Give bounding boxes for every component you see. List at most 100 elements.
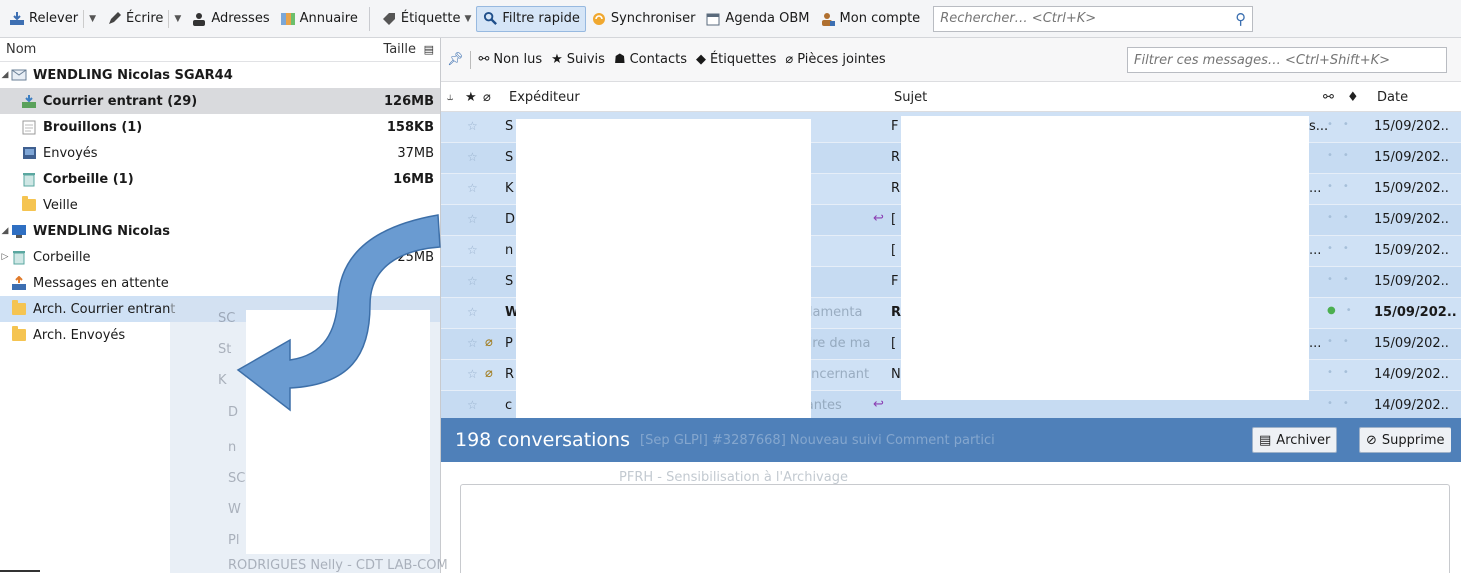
message-list[interactable]: ☆ S F s... •• 15/09/202.. ☆ S R •• 15/09… bbox=[441, 112, 1461, 418]
delete-icon: ⊘ bbox=[1366, 432, 1377, 448]
collapse-triangle-icon[interactable]: ◢ bbox=[0, 70, 10, 80]
message-date: 14/09/202.. bbox=[1374, 367, 1449, 382]
tag-icon: ◆ bbox=[695, 52, 706, 67]
quick-filter-bar: 📌︎ ⚯ Non lus ★ Suivis ☗ Contacts ◆ Étiquette… bbox=[441, 38, 1461, 82]
mon-compte-button[interactable]: Mon compte bbox=[815, 6, 926, 32]
star-toggle-icon[interactable]: ☆ bbox=[467, 305, 478, 319]
sync-icon bbox=[591, 11, 607, 27]
unread-status-icon[interactable]: ●• bbox=[1327, 305, 1362, 316]
star-toggle-icon[interactable]: ☆ bbox=[467, 398, 478, 412]
read-status-icon[interactable]: •• bbox=[1327, 119, 1359, 130]
thread-column-icon[interactable]: ⥿ bbox=[447, 82, 453, 112]
synchroniser-button[interactable]: Synchroniser bbox=[586, 6, 701, 32]
star-toggle-icon[interactable]: ☆ bbox=[467, 274, 478, 288]
message-date: 15/09/202.. bbox=[1374, 119, 1449, 134]
filter-pieces-jointes-button[interactable]: ⌀ Pièces jointes bbox=[785, 52, 885, 67]
read-status-icon[interactable]: •• bbox=[1327, 243, 1359, 254]
message-sender: c bbox=[505, 398, 513, 413]
filter-non-lus-button[interactable]: ⚯ Non lus bbox=[479, 52, 543, 67]
folder-name: Envoyés bbox=[43, 145, 98, 161]
message-subject: R bbox=[891, 181, 901, 196]
message-subject: N bbox=[891, 367, 901, 382]
replied-arrow-icon: ↩ bbox=[873, 211, 884, 226]
message-count-bar: 198 conversations [Sep GLPI] #3287668] N… bbox=[441, 418, 1461, 462]
read-status-icon[interactable]: •• bbox=[1327, 150, 1359, 161]
annuaire-button[interactable]: Annuaire bbox=[275, 6, 363, 32]
directory-icon bbox=[280, 11, 296, 27]
message-date: 15/09/202.. bbox=[1374, 305, 1457, 320]
etiquette-button[interactable]: Étiquette ▼ bbox=[376, 6, 477, 32]
message-filter-box[interactable] bbox=[1127, 47, 1447, 73]
read-column-icon[interactable]: ⚯ bbox=[1323, 82, 1334, 112]
replied-arrow-icon: ↩ bbox=[873, 397, 884, 412]
ecrire-button[interactable]: Écrire bbox=[101, 6, 168, 32]
message-sender: S bbox=[505, 150, 514, 165]
message-ellipsis: s... bbox=[1309, 119, 1329, 134]
star-toggle-icon[interactable]: ☆ bbox=[467, 150, 478, 164]
star-toggle-icon[interactable]: ☆ bbox=[467, 119, 478, 133]
star-toggle-icon[interactable]: ☆ bbox=[467, 181, 478, 195]
message-subject: [ bbox=[891, 212, 897, 227]
quick-filter-separator bbox=[469, 50, 471, 69]
filter-label: Suivis bbox=[566, 52, 605, 67]
column-header-sujet[interactable]: Sujet bbox=[894, 82, 927, 112]
preview-frame bbox=[460, 484, 1450, 573]
folder-row-account-sgar44[interactable]: ◢ WENDLING Nicolas SGAR44 bbox=[0, 62, 440, 88]
star-column-icon[interactable]: ★ bbox=[465, 82, 477, 112]
redaction-block bbox=[516, 119, 811, 418]
relever-button[interactable]: Relever bbox=[4, 6, 83, 32]
folder-icon bbox=[10, 300, 28, 317]
collapse-triangle-icon[interactable]: ◢ bbox=[0, 226, 10, 236]
read-status-icon[interactable]: •• bbox=[1327, 212, 1359, 223]
chevron-down-icon: ▼ bbox=[464, 13, 472, 24]
expand-triangle-icon[interactable]: ▷ bbox=[0, 252, 10, 262]
filter-contacts-button[interactable]: ☗ Contacts bbox=[614, 52, 687, 67]
read-status-icon[interactable]: •• bbox=[1327, 336, 1359, 347]
folder-row-envoyes[interactable]: Envoyés 37MB bbox=[0, 140, 440, 166]
message-subject: F bbox=[891, 119, 899, 134]
column-picker-icon[interactable]: ▤ bbox=[416, 43, 434, 56]
folder-row-courrier-entrant[interactable]: Courrier entrant (29) 126MB bbox=[0, 88, 440, 114]
read-status-icon[interactable]: •• bbox=[1327, 181, 1359, 192]
star-toggle-icon[interactable]: ☆ bbox=[467, 367, 478, 381]
etiquette-label: Étiquette bbox=[400, 11, 461, 26]
folder-row-brouillons[interactable]: Brouillons (1) 158KB bbox=[0, 114, 440, 140]
folder-row-corbeille-1[interactable]: Corbeille (1) 16MB bbox=[0, 166, 440, 192]
pin-icon[interactable]: 📌︎ bbox=[447, 52, 464, 67]
star-icon: ★ bbox=[551, 52, 563, 67]
search-icon[interactable]: ⚲ bbox=[1235, 10, 1246, 28]
read-status-icon[interactable]: •• bbox=[1327, 367, 1359, 378]
attachment-column-icon[interactable]: ⌀ bbox=[483, 82, 491, 112]
read-status-icon[interactable]: •• bbox=[1327, 398, 1359, 409]
column-header-name[interactable]: Nom bbox=[6, 42, 356, 57]
filter-suivis-button[interactable]: ★ Suivis bbox=[551, 52, 605, 67]
global-search-input[interactable] bbox=[940, 11, 1236, 26]
message-date: 15/09/202.. bbox=[1374, 274, 1449, 289]
agenda-button[interactable]: Agenda OBM bbox=[700, 6, 814, 32]
star-toggle-icon[interactable]: ☆ bbox=[467, 212, 478, 226]
column-header-expediteur[interactable]: Expéditeur bbox=[509, 82, 580, 112]
archiver-button[interactable]: ▤ Archiver bbox=[1252, 427, 1338, 453]
star-toggle-icon[interactable]: ☆ bbox=[467, 243, 478, 257]
column-header-date[interactable]: Date bbox=[1377, 82, 1408, 112]
supprimer-button[interactable]: ⊘ Supprime bbox=[1359, 427, 1451, 453]
relever-dropdown-icon[interactable]: ▼ bbox=[83, 9, 101, 28]
filter-label: Non lus bbox=[493, 52, 543, 67]
message-ellipsis: ... bbox=[1309, 336, 1322, 351]
pen-icon bbox=[106, 11, 122, 27]
filter-etiquettes-button[interactable]: ◆ Étiquettes bbox=[696, 52, 776, 67]
ecrire-dropdown-icon[interactable]: ▼ bbox=[168, 9, 186, 28]
drag-ghost-text: PFRH - Sensibilisation à l'Archivage bbox=[619, 470, 848, 485]
filter-label: Contacts bbox=[629, 52, 687, 67]
read-status-icon[interactable]: •• bbox=[1327, 274, 1359, 285]
star-toggle-icon[interactable]: ☆ bbox=[467, 336, 478, 350]
message-filter-input[interactable] bbox=[1134, 52, 1440, 68]
global-search-box[interactable]: ⚲ bbox=[933, 5, 1254, 32]
message-subject: [ bbox=[891, 243, 897, 258]
toolbar-separator bbox=[368, 6, 370, 31]
junk-column-icon[interactable]: ♦ bbox=[1347, 82, 1359, 112]
filtre-rapide-button[interactable]: Filtre rapide bbox=[476, 5, 586, 32]
adresses-button[interactable]: Adresses bbox=[186, 6, 274, 32]
column-header-size[interactable]: Taille bbox=[356, 42, 416, 57]
message-ellipsis: ... bbox=[1309, 243, 1322, 258]
